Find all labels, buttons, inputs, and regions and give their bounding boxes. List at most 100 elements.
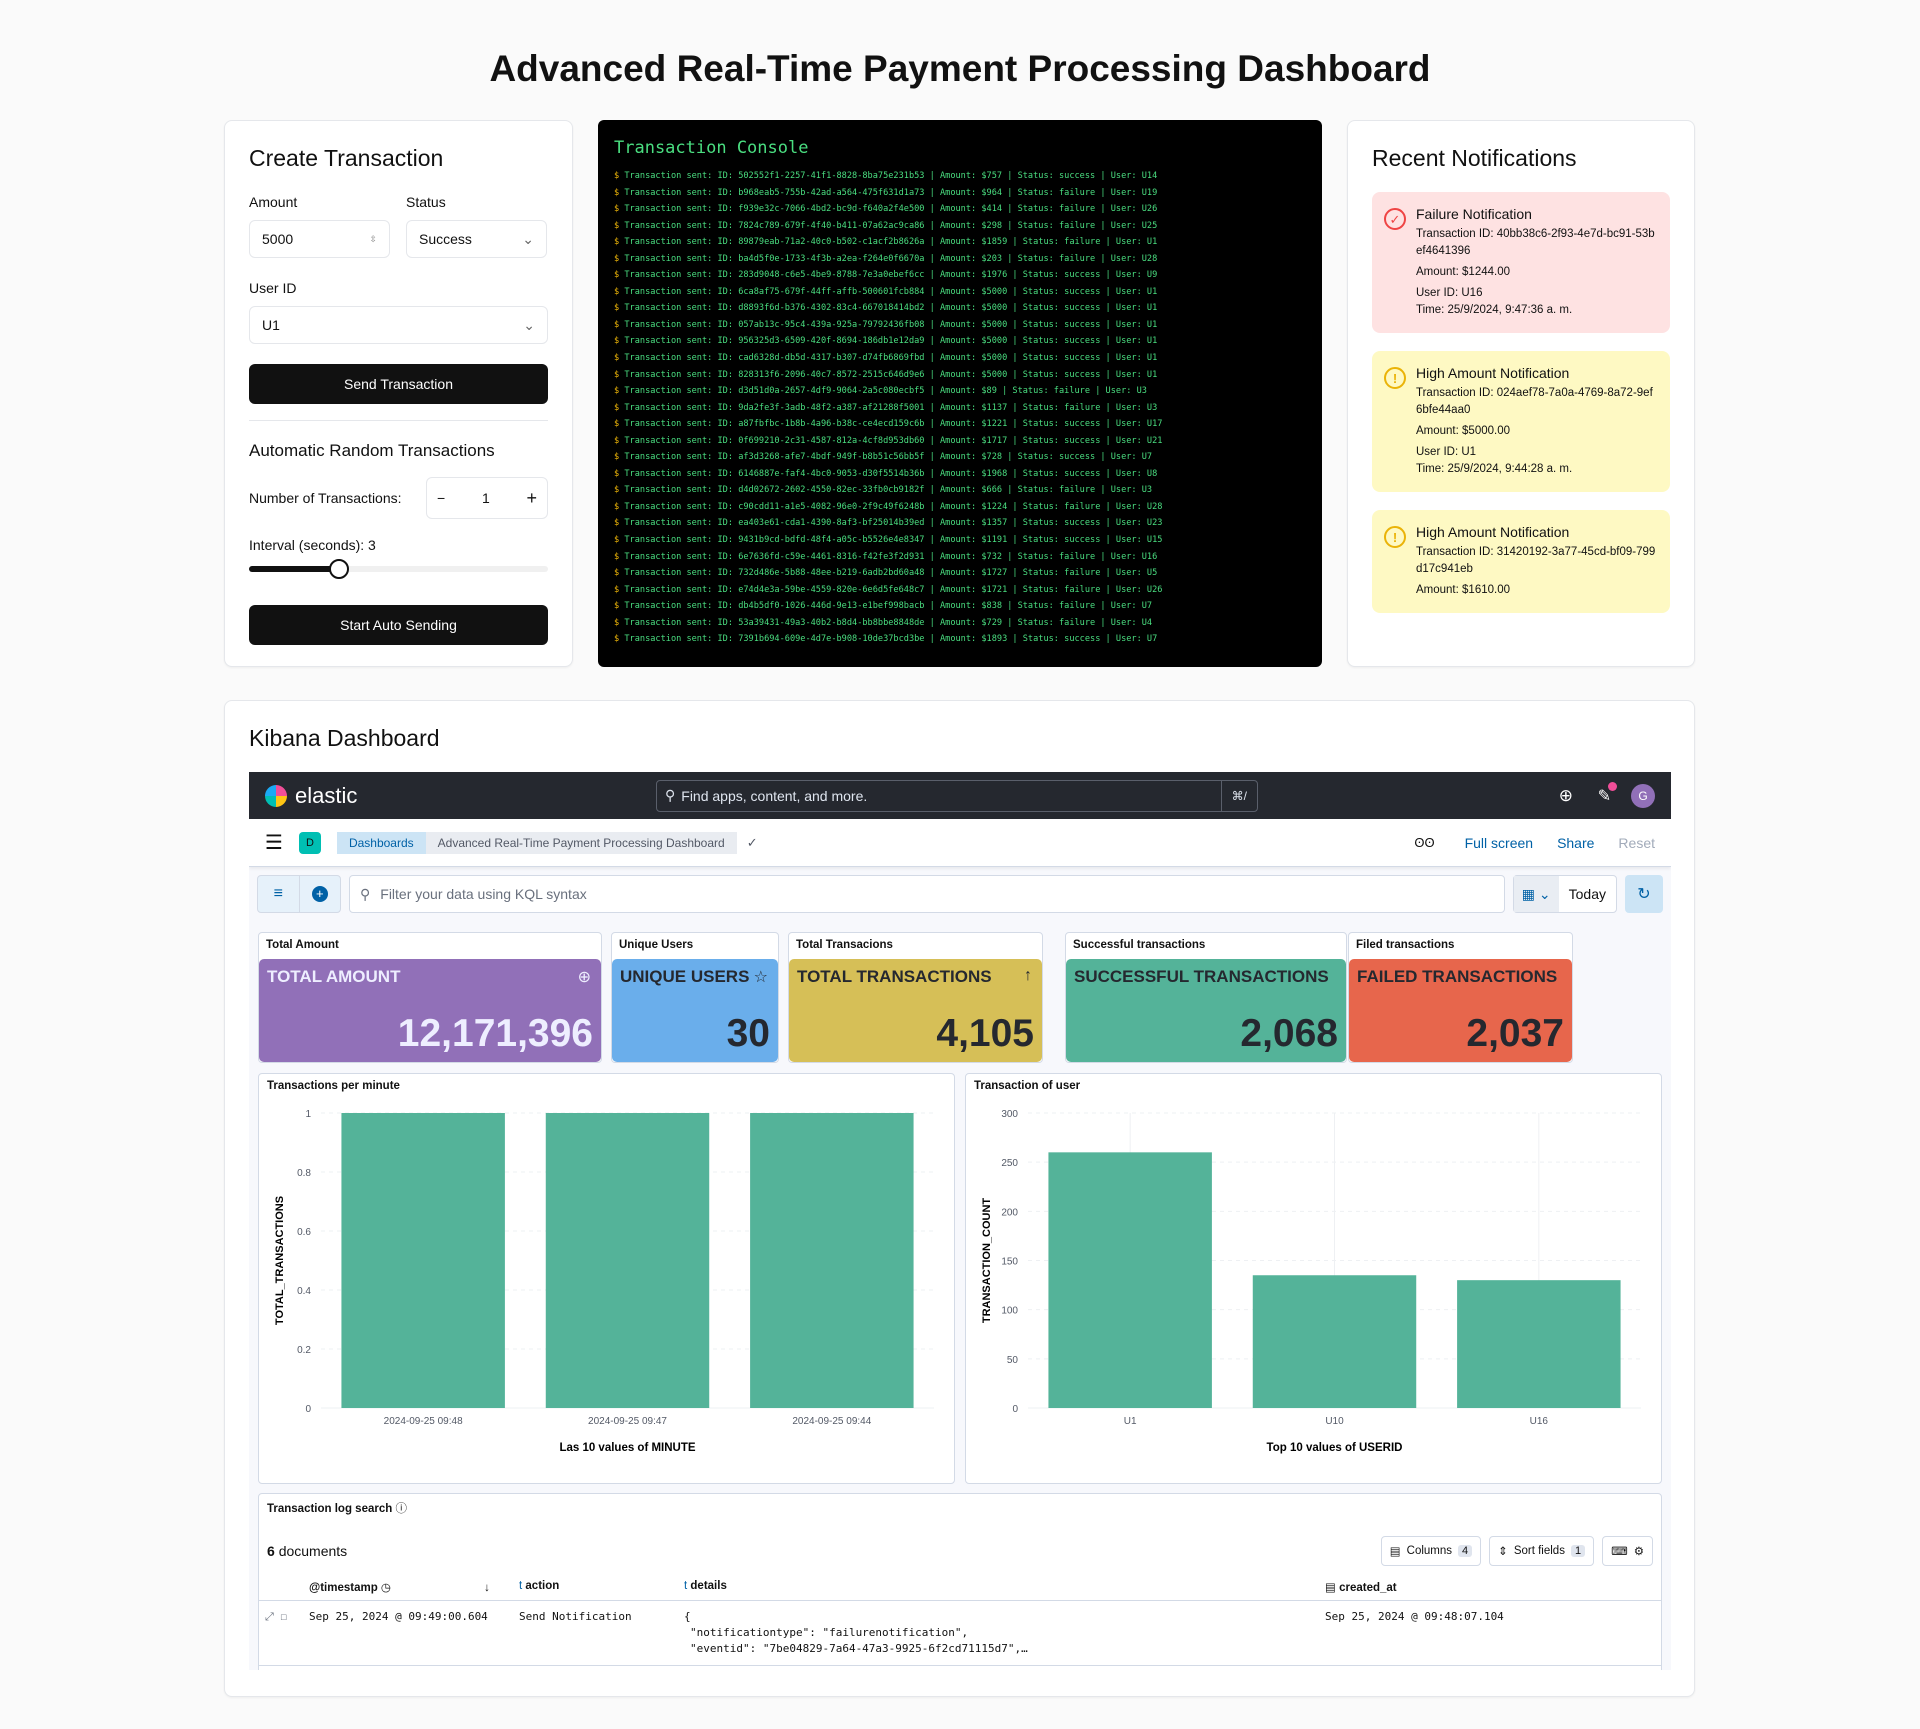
metric-successful-transactions: Successful transactions SUCCESSFUL TRANSA…	[1065, 932, 1347, 1063]
reset-link[interactable]: Reset	[1618, 835, 1655, 851]
metric-unique-users: Unique Users UNIQUE USERS ☆ 30	[611, 932, 779, 1063]
time-range[interactable]: Today	[1559, 886, 1616, 902]
bar	[750, 1113, 914, 1408]
console-line: $ Transaction sent: ID: b968eab5-755b-42…	[614, 187, 1158, 198]
metric-total-amount: Total Amount TOTAL AMOUNT ⊕ 12,171,396	[258, 932, 602, 1063]
metric-title: TOTAL AMOUNT	[267, 967, 401, 986]
x-tick-label: U10	[1325, 1416, 1344, 1427]
bar	[341, 1113, 505, 1408]
avatar[interactable]: G	[1631, 783, 1655, 808]
interval-label: Interval (seconds): 3	[249, 537, 376, 553]
space-avatar[interactable]: D	[298, 831, 321, 854]
col-created-at[interactable]: ▤ created_at	[1325, 1580, 1397, 1594]
metric-value: 2,037	[1466, 1012, 1564, 1055]
shortcut-badge: ⌘/	[1220, 780, 1257, 811]
share-link[interactable]: Share	[1557, 835, 1594, 851]
col-timestamp[interactable]: @timestamp ◷ ↓	[309, 1580, 519, 1594]
col-action[interactable]: t action	[519, 1580, 684, 1594]
table-header: @timestamp ◷ ↓ t action t details ▤ crea…	[259, 1574, 1661, 1601]
cell-created-at: Sep 25, 2024 @ 09:48:07.104	[1325, 1610, 1504, 1623]
global-search-input[interactable]: ⚲ Find apps, content, and more. ⌘/	[656, 779, 1258, 812]
bar	[545, 1113, 710, 1408]
num-value[interactable]: 1	[482, 490, 490, 506]
page-title: Advanced Real-Time Payment Processing Da…	[489, 48, 1431, 89]
search-placeholder: Find apps, content, and more.	[681, 787, 868, 804]
console-line: $ Transaction sent: ID: 89879eab-71a2-40…	[614, 237, 1158, 248]
user-id-select[interactable]: U1 ⌄	[249, 306, 548, 344]
y-axis-label: TOTAL_TRANSACTIONS	[274, 1196, 286, 1325]
display-options-button[interactable]: ⌨ ⚙	[1602, 1536, 1653, 1566]
transactions-per-minute-chart: 0 0.2 0.4 0.6 0.8 1 2024-09-25 09:48 2024-09-25…	[274, 1109, 934, 1454]
console-line: $ Transaction sent: ID: 6e7636fd-c59e-44…	[614, 551, 1158, 562]
transaction-of-user-chart: 0 50 100 150 200 250 300 U1 U10 U16 Top 10 values …	[981, 1109, 1641, 1454]
columns-button[interactable]: ▤ Columns 4	[1380, 1536, 1482, 1566]
metric-header: Successful transactions	[1073, 939, 1206, 951]
log-title: Transaction log search ⓘ	[267, 1503, 407, 1515]
y-tick-label: 100	[1001, 1306, 1018, 1317]
interval-slider[interactable]	[249, 559, 548, 579]
user-id-value: U1	[262, 317, 280, 333]
x-axis-label: Las 10 values of MINUTE	[559, 1442, 695, 1454]
metric-header: Filed transactions	[1356, 939, 1455, 951]
console-line: $ Transaction sent: ID: 956325d3-6509-42…	[614, 336, 1158, 347]
menu-icon[interactable]: ☰	[265, 830, 283, 855]
console-line: $ Transaction sent: ID: d8893f6d-b376-43…	[614, 303, 1158, 314]
add-filter-icon[interactable]: +	[300, 876, 341, 912]
globe-icon: ⊕	[577, 969, 591, 986]
y-tick-label: 200	[1001, 1207, 1018, 1218]
news-icon[interactable]: ✎	[1598, 781, 1617, 806]
metric-total-transactions: Total Transacions TOTAL TRANSACTIONS ↑ 4,10…	[788, 932, 1043, 1063]
console-line: $ Transaction sent: ID: db4b5df0-1026-44…	[614, 601, 1153, 612]
start-auto-sending-button[interactable]: Start Auto Sending	[249, 605, 548, 645]
amount-label: Amount	[249, 194, 298, 210]
sort-fields-button[interactable]: ⇕ Sort fields 1	[1489, 1536, 1595, 1566]
plus-icon[interactable]: +	[526, 488, 537, 509]
console-line: $ Transaction sent: ID: 057ab13c-95c4-43…	[614, 319, 1158, 330]
console-line: $ Transaction sent: ID: 53a39431-49a3-40…	[614, 617, 1153, 628]
num-transactions-stepper[interactable]: − 1 +	[426, 477, 548, 519]
console-line: $ Transaction sent: ID: d4d02672-2602-45…	[614, 485, 1153, 496]
table-row[interactable]: ⤢ ☐ Sep 25, 2024 @ 09:49:00.604 Send Not…	[259, 1601, 1661, 1666]
y-tick-label: 1	[305, 1109, 311, 1120]
kql-input[interactable]: ⚲ Filter your data using KQL syntax	[349, 875, 1505, 913]
y-tick-label: 0	[305, 1404, 311, 1415]
console-line: $ Transaction sent: ID: 502552f1-2257-41…	[614, 171, 1158, 181]
help-icon[interactable]: ⊕	[1559, 786, 1573, 806]
console-line: $ Transaction sent: ID: ea403e61-cda1-43…	[614, 518, 1163, 529]
cell-details: {"notificationtype": "failurenotificatio…	[684, 1610, 1028, 1655]
metric-value: 30	[726, 1012, 770, 1055]
status-select[interactable]: Success ⌄	[406, 220, 547, 258]
col-details[interactable]: t details	[684, 1580, 1325, 1594]
x-axis-label: Top 10 values of USERID	[1267, 1442, 1403, 1454]
console-line: $ Transaction sent: ID: 9431b9cd-bdfd-48…	[614, 535, 1163, 546]
calendar-icon[interactable]: ▦ ⌄	[1513, 876, 1559, 912]
divider	[249, 420, 548, 421]
amount-input[interactable]: 5000 ⇳	[249, 220, 390, 258]
slider-thumb[interactable]	[329, 559, 349, 579]
full-screen-link[interactable]: Full screen	[1465, 835, 1533, 851]
x-tick-label: 2024-09-25 09:48	[384, 1416, 463, 1427]
y-axis-label: TRANSACTION_COUNT	[981, 1198, 993, 1324]
y-tick-label: 300	[1001, 1109, 1018, 1120]
spinner-icon[interactable]: ⇳	[369, 234, 377, 245]
info-icon[interactable]: ⓘ	[395, 1503, 407, 1515]
refresh-button[interactable]: ↻	[1625, 875, 1663, 913]
date-picker[interactable]: ▦ ⌄ Today	[1512, 875, 1617, 913]
console-line: $ Transaction sent: ID: d3d51d0a-2657-4d…	[614, 386, 1147, 397]
notifications-title: Recent Notifications	[1372, 145, 1577, 171]
console-title: Transaction Console	[614, 138, 809, 158]
send-transaction-button[interactable]: Send Transaction	[249, 364, 548, 404]
filter-icon[interactable]: ≡	[258, 876, 300, 912]
kibana-title: Kibana Dashboard	[249, 725, 440, 751]
create-transaction-title: Create Transaction	[249, 145, 444, 171]
check-icon[interactable]: ✓	[747, 835, 758, 851]
breadcrumb-dashboards[interactable]: Dashboards	[336, 831, 426, 854]
expand-icon[interactable]: ⤢ ☐	[259, 1609, 309, 1657]
console-line: $ Transaction sent: ID: 0f699210-2c31-45…	[614, 435, 1163, 446]
minus-icon[interactable]: −	[437, 490, 445, 506]
transaction-log-panel: Transaction log search ⓘ 6 documents ▤ Co…	[258, 1493, 1662, 1670]
metric-value: 12,171,396	[397, 1012, 593, 1055]
settings-icon: ⚙	[1633, 1546, 1644, 1558]
view-mode-icon[interactable]: ʘʘ	[1414, 835, 1434, 850]
breadcrumb-current: Advanced Real-Time Payment Processing Da…	[425, 831, 737, 854]
